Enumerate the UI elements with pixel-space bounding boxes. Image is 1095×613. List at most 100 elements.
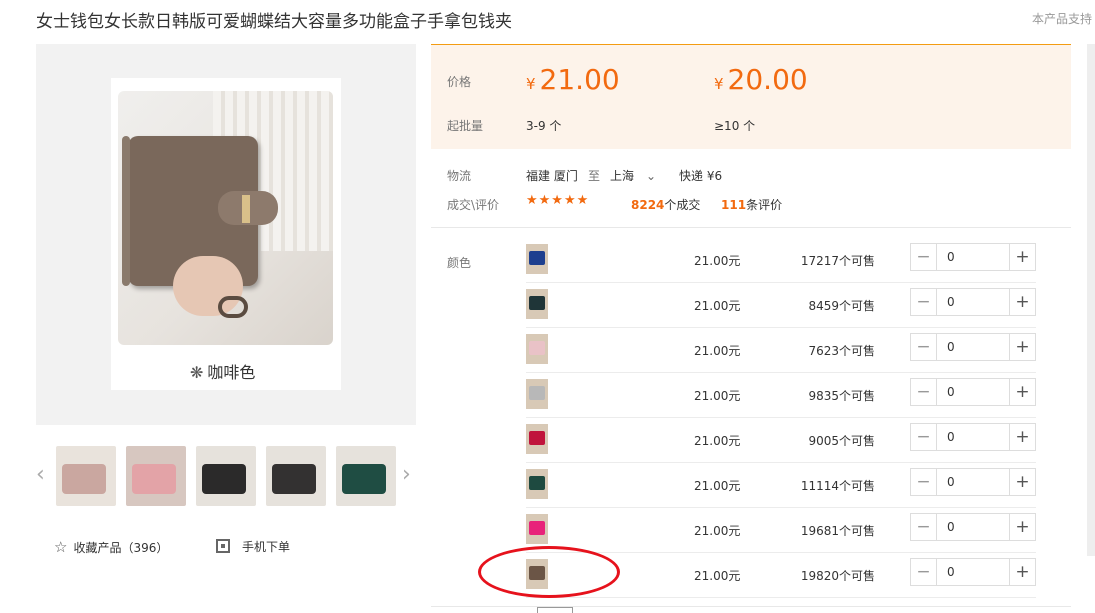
chevron-down-icon: ⌄ bbox=[646, 169, 657, 183]
variant-stock: 19681个可售 bbox=[800, 524, 875, 538]
quantity-stepper: −0 + bbox=[910, 378, 1036, 406]
variant-row: 21.00元 7623个可售 −0 + bbox=[526, 328, 1036, 373]
variant-row: 21.00元 9835个可售 −0 + bbox=[526, 373, 1036, 418]
plus-button[interactable]: + bbox=[1009, 424, 1035, 450]
quantity-input[interactable]: 0 bbox=[947, 379, 955, 405]
variant-price: 21.00元 bbox=[694, 524, 741, 538]
tier2-price: ¥20.00 bbox=[714, 63, 808, 96]
ship-from: 福建 厦门 bbox=[526, 169, 578, 183]
variant-price: 21.00元 bbox=[694, 299, 741, 313]
annotation-circle bbox=[478, 546, 620, 598]
variant-stock: 11114个可售 bbox=[800, 479, 875, 493]
quantity-stepper: −0 + bbox=[910, 558, 1036, 586]
variant-price: 21.00元 bbox=[694, 344, 741, 358]
variant-swatch[interactable] bbox=[526, 514, 548, 544]
quantity-input[interactable]: 0 bbox=[947, 424, 955, 450]
plus-button[interactable]: + bbox=[1009, 559, 1035, 585]
product-title: 女士钱包女长款日韩版可爱蝴蝶结大容量多功能盒子手拿包钱夹 bbox=[36, 12, 512, 32]
plus-button[interactable]: + bbox=[1009, 514, 1035, 540]
price-label: 价格 bbox=[447, 75, 472, 89]
selected-color-caption: ❋ 咖啡色 bbox=[190, 363, 256, 382]
tier1-qty: 3-9 个 bbox=[526, 119, 562, 133]
quantity-stepper: −0 + bbox=[910, 288, 1036, 316]
quantity-input[interactable]: 0 bbox=[947, 469, 955, 495]
variant-swatch[interactable] bbox=[526, 379, 548, 409]
quantity-input[interactable]: 0 bbox=[947, 334, 955, 360]
ship-to-select[interactable]: 上海 ⌄ bbox=[610, 167, 656, 184]
quantity-stepper: −0 + bbox=[910, 423, 1036, 451]
quantity-input[interactable]: 0 bbox=[947, 244, 955, 270]
plus-button[interactable]: + bbox=[1009, 334, 1035, 360]
variant-price: 21.00元 bbox=[694, 434, 741, 448]
deals-label: 成交\评价 bbox=[447, 198, 500, 212]
chevron-left-icon[interactable]: ‹ bbox=[36, 462, 45, 487]
plus-button[interactable]: + bbox=[1009, 469, 1035, 495]
variant-stock: 9005个可售 bbox=[808, 434, 875, 448]
chevron-right-icon[interactable]: › bbox=[402, 462, 411, 487]
variant-row: 21.00元 11114个可售 −0 + bbox=[526, 463, 1036, 508]
color-label: 颜色 bbox=[447, 256, 472, 270]
main-product-photo[interactable] bbox=[118, 91, 333, 345]
bottom-tab[interactable] bbox=[537, 607, 573, 613]
variant-stock: 8459个可售 bbox=[808, 299, 875, 313]
moq-label: 起批量 bbox=[447, 119, 484, 133]
thumbnail[interactable] bbox=[196, 446, 256, 506]
variant-swatch[interactable] bbox=[526, 424, 548, 454]
thumbnail[interactable] bbox=[336, 446, 396, 506]
qr-code-icon bbox=[216, 539, 230, 553]
logistics-label: 物流 bbox=[447, 169, 472, 183]
variant-stock: 7623个可售 bbox=[808, 344, 875, 358]
variant-row: 21.00元 17217个可售 −0 + bbox=[526, 238, 1036, 283]
quantity-input[interactable]: 0 bbox=[947, 514, 955, 540]
review-count[interactable]: 111条评价 bbox=[721, 196, 782, 213]
minus-button[interactable]: − bbox=[911, 514, 937, 540]
thumbnail[interactable] bbox=[126, 446, 186, 506]
scrollbar[interactable] bbox=[1087, 44, 1095, 556]
minus-button[interactable]: − bbox=[911, 334, 937, 360]
variant-row: 21.00元 19681个可售 −0 + bbox=[526, 508, 1036, 553]
plus-button[interactable]: + bbox=[1009, 289, 1035, 315]
variant-swatch[interactable] bbox=[526, 334, 548, 364]
minus-button[interactable]: − bbox=[911, 289, 937, 315]
divider bbox=[431, 606, 1071, 607]
shipping-fee: 快递 ¥6 bbox=[679, 169, 723, 183]
variant-stock: 9835个可售 bbox=[808, 389, 875, 403]
thumbnail[interactable] bbox=[266, 446, 326, 506]
mobile-order-button[interactable]: 手机下单 bbox=[216, 538, 290, 555]
variant-stock: 19820个可售 bbox=[800, 569, 875, 583]
variant-price: 21.00元 bbox=[694, 479, 741, 493]
quantity-stepper: −0 + bbox=[910, 513, 1036, 541]
quantity-stepper: −0 + bbox=[910, 333, 1036, 361]
quantity-stepper: −0 + bbox=[910, 468, 1036, 496]
flower-icon: ❋ bbox=[190, 363, 204, 382]
variant-price: 21.00元 bbox=[694, 389, 741, 403]
tier1-price: ¥21.00 bbox=[526, 63, 620, 96]
minus-button[interactable]: − bbox=[911, 559, 937, 585]
variant-row: 21.00元 8459个可售 −0 + bbox=[526, 283, 1036, 328]
support-text: 本产品支持 bbox=[1032, 12, 1093, 26]
minus-button[interactable]: − bbox=[911, 244, 937, 270]
thumbnail[interactable] bbox=[56, 446, 116, 506]
minus-button[interactable]: − bbox=[911, 469, 937, 495]
variant-price: 21.00元 bbox=[694, 569, 741, 583]
divider bbox=[431, 227, 1071, 228]
variant-stock: 17217个可售 bbox=[800, 254, 875, 268]
minus-button[interactable]: − bbox=[911, 424, 937, 450]
variant-swatch[interactable] bbox=[526, 244, 548, 274]
rating-stars: ★★★★★ bbox=[526, 193, 590, 208]
variant-price: 21.00元 bbox=[694, 254, 741, 268]
variant-row: 21.00元 9005个可售 −0 + bbox=[526, 418, 1036, 463]
deal-count[interactable]: 8224个成交 bbox=[631, 196, 700, 213]
plus-button[interactable]: + bbox=[1009, 379, 1035, 405]
favorite-button[interactable]: ☆ 收藏产品（396） bbox=[54, 538, 168, 556]
star-outline-icon: ☆ bbox=[54, 538, 68, 556]
variant-swatch[interactable] bbox=[526, 289, 548, 319]
quantity-stepper: −0 + bbox=[910, 243, 1036, 271]
tier2-qty: ≥10 个 bbox=[714, 119, 756, 133]
quantity-input[interactable]: 0 bbox=[947, 289, 955, 315]
plus-button[interactable]: + bbox=[1009, 244, 1035, 270]
variant-swatch[interactable] bbox=[526, 469, 548, 499]
quantity-input[interactable]: 0 bbox=[947, 559, 955, 585]
ship-to-word: 至 bbox=[588, 169, 601, 183]
minus-button[interactable]: − bbox=[911, 379, 937, 405]
